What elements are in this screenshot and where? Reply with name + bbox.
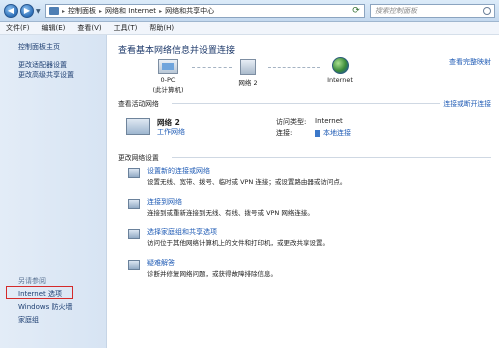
troubleshoot-icon [128, 260, 140, 270]
search-icon[interactable] [483, 7, 491, 15]
globe-icon [331, 57, 349, 74]
task-homegroup-sharing[interactable]: 选择家庭组和共享选项 [147, 227, 217, 237]
sidebar-control-panel-home[interactable]: 控制面板主页 [18, 42, 60, 52]
back-button[interactable]: ◀ [4, 4, 18, 18]
homegroup-icon [128, 229, 140, 239]
map-internet[interactable]: Internet [320, 57, 360, 84]
active-networks-header: 查看活动网络 连接或断开连接 [108, 98, 499, 108]
menu-tools[interactable]: 工具(T) [114, 23, 138, 33]
access-type-label: 访问类型: [276, 118, 307, 126]
local-connection-link[interactable]: 本地连接 [315, 128, 351, 138]
address-bar: ◀ ▶ ▼ ▸ 控制面板 ▸ 网络和 Internet ▸ 网络和共享中心 ⟳ … [0, 0, 499, 22]
map-connector [192, 67, 232, 68]
divider [172, 157, 491, 158]
connection-icon [315, 129, 320, 137]
map-pc-sub: (此计算机) [152, 86, 184, 94]
page-title: 查看基本网络信息并设置连接 [118, 46, 236, 56]
task-connect-to-network[interactable]: 连接到网络 [147, 197, 182, 207]
breadcrumb-network-internet[interactable]: 网络和 Internet [105, 6, 156, 16]
highlight-box [6, 286, 73, 299]
menu-bar: 文件(F) 编辑(E) 查看(V) 工具(T) 帮助(H) [0, 22, 499, 35]
forward-button[interactable]: ▶ [20, 4, 34, 18]
change-settings-header: 更改网络设置 [108, 152, 499, 162]
new-connection-icon [128, 168, 140, 178]
view-full-map-link[interactable]: 查看完整映射 [449, 57, 491, 67]
sidebar: 控制面板主页 更改适配器设置 更改高级共享设置 另请参阅 Internet 选项… [0, 35, 107, 348]
map-connector [268, 67, 320, 68]
control-panel-icon [49, 7, 59, 15]
address-box[interactable]: ▸ 控制面板 ▸ 网络和 Internet ▸ 网络和共享中心 [45, 4, 365, 18]
menu-help[interactable]: 帮助(H) [149, 23, 174, 33]
computer-icon [158, 59, 178, 74]
menu-view[interactable]: 查看(V) [77, 23, 101, 33]
main-content: 查看基本网络信息并设置连接 查看完整映射 0-PC (此计算机) 网络 2 In… [108, 35, 499, 348]
network-type-link[interactable]: 工作网络 [157, 127, 185, 137]
connect-network-icon [128, 199, 140, 209]
separator-icon: ▸ [99, 7, 103, 15]
sidebar-homegroup[interactable]: 家庭组 [18, 315, 39, 325]
search-placeholder: 搜索控制面板 [375, 7, 417, 15]
map-pc-label: 0-PC [160, 76, 176, 84]
search-input[interactable]: 搜索控制面板 [370, 4, 495, 18]
change-settings-label: 更改网络设置 [118, 154, 159, 162]
connection-value: 本地连接 [323, 129, 351, 137]
task-troubleshoot[interactable]: 疑难解答 [147, 258, 175, 268]
map-network[interactable]: 网络 2 [228, 59, 268, 87]
refresh-icon[interactable]: ⟳ [348, 5, 364, 17]
menu-file[interactable]: 文件(F) [6, 23, 30, 33]
sidebar-change-adapter-settings[interactable]: 更改适配器设置 [18, 60, 67, 70]
breadcrumb-control-panel[interactable]: 控制面板 [68, 6, 96, 16]
connect-disconnect-link[interactable]: 连接或断开连接 [440, 98, 491, 108]
separator-icon: ▸ [159, 7, 163, 15]
breadcrumb-network-sharing-center[interactable]: 网络和共享中心 [165, 6, 214, 16]
task-homegroup-sharing-desc: 访问位于其他网络计算机上的文件和打印机，或更改共享设置。 [147, 239, 329, 247]
sidebar-see-also-header: 另请参阅 [18, 277, 46, 285]
active-networks-label: 查看活动网络 [118, 100, 159, 108]
task-troubleshoot-desc: 诊断并修复网络问题，或获得故障排除信息。 [147, 270, 277, 278]
work-network-icon [126, 118, 150, 135]
connection-label: 连接: [276, 129, 293, 137]
map-this-pc[interactable]: 0-PC (此计算机) [143, 59, 193, 94]
menu-edit[interactable]: 编辑(E) [42, 23, 66, 33]
map-internet-label: Internet [327, 76, 353, 84]
separator-icon: ▸ [62, 7, 66, 15]
map-network-label: 网络 2 [238, 79, 258, 87]
recent-pages-dropdown-icon[interactable]: ▼ [36, 8, 41, 15]
sidebar-change-advanced-sharing[interactable]: 更改高级共享设置 [18, 70, 74, 80]
access-type-value: Internet [315, 117, 343, 125]
task-setup-new-connection[interactable]: 设置新的连接或网络 [147, 166, 210, 176]
sidebar-windows-firewall[interactable]: Windows 防火墙 [18, 302, 72, 312]
task-setup-new-connection-desc: 设置无线、宽带、拨号、临时或 VPN 连接；或设置路由器或访问点。 [147, 178, 347, 186]
task-connect-to-network-desc: 连接到或重新连接到无线、有线、拨号或 VPN 网络连接。 [147, 209, 314, 217]
network-icon [240, 59, 256, 75]
